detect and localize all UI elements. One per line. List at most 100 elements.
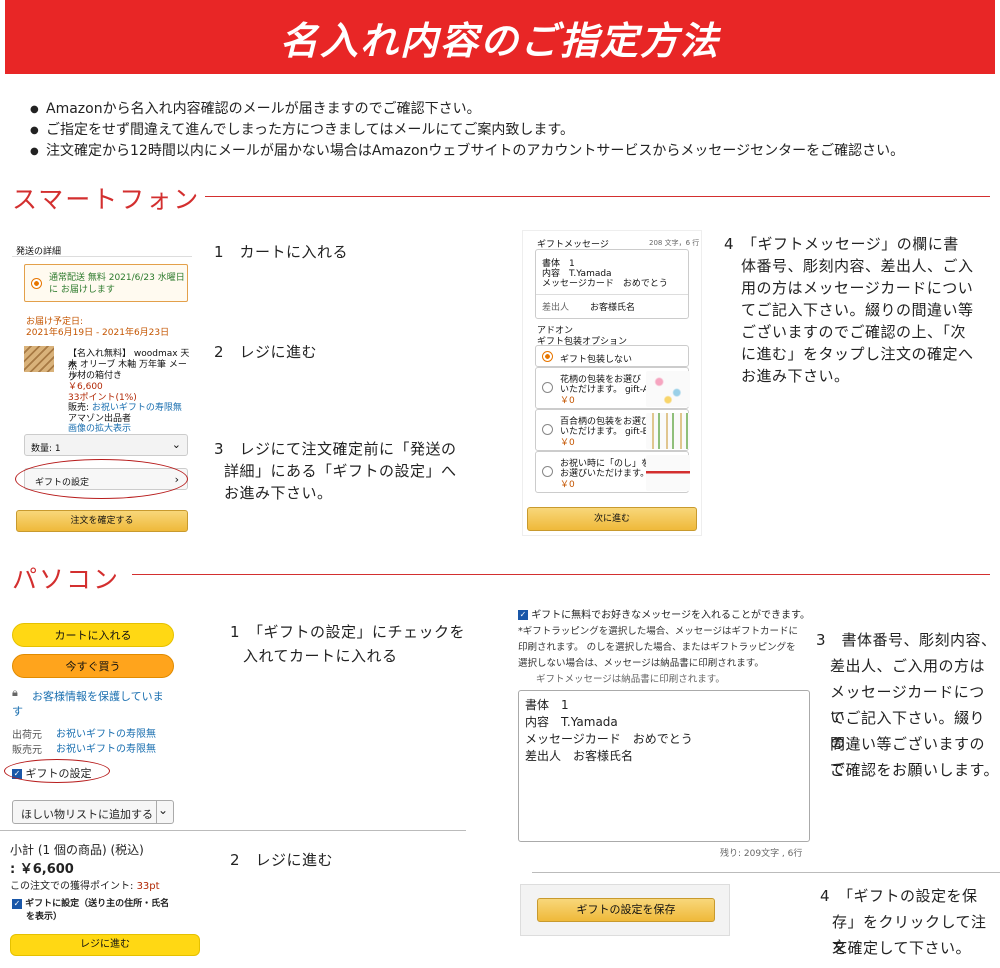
pc-step-1-line1: 1 「ギフトの設定」にチェックを: [230, 623, 466, 641]
product-thumbnail[interactable]: [24, 346, 54, 372]
proceed-to-checkout-button[interactable]: レジに進む: [10, 934, 200, 956]
message-line: メッセージカード おめでとう: [525, 732, 693, 746]
secure-transaction-link[interactable]: お客様情報を保護していま: [32, 688, 164, 704]
sp-step-2: 2 レジに進む: [214, 343, 318, 361]
add-to-cart-button[interactable]: カートに入れる: [12, 623, 174, 647]
subtotal-price: : ￥6,600: [10, 862, 74, 877]
pc-step-4-line1: 4 「ギフトの設定を保: [820, 887, 978, 905]
sold-by-label: 販売元: [12, 745, 42, 756]
checkbox-checked-icon: ✓: [12, 898, 22, 909]
ship-from-link[interactable]: お祝いギフトの寿限無: [56, 725, 156, 740]
save-gift-settings-button[interactable]: ギフトの設定を保存: [537, 898, 715, 922]
quantity-select[interactable]: 数量: 1 ⌄: [24, 434, 188, 456]
gift-checkout-checkbox[interactable]: ✓ ギフトに設定（送り主の住所・氏名: [12, 896, 169, 909]
divider: [12, 256, 192, 257]
sold-by-link[interactable]: お祝いギフトの寿限無: [56, 740, 156, 755]
shipping-option[interactable]: 通常配送 無料 2021/6/23 水曜日 に お届けします: [24, 264, 188, 302]
highlight-circle: [15, 459, 188, 499]
sp-step-3-line3: お進み下さい。: [224, 484, 333, 502]
confirm-order-label: 注文を確定する: [70, 516, 134, 526]
divider: [132, 574, 990, 575]
notes-list: Amazonから名入れ内容確認のメールが届きますのでご確認下さい。 ご指定をせず…: [30, 99, 990, 162]
eta-range: 2021年6月19日 - 2021年6月23日: [26, 328, 170, 338]
noshi-image: [646, 455, 690, 491]
radio-icon: [542, 466, 553, 477]
section-title-pc: パソコン: [12, 565, 121, 594]
wrap-option-none[interactable]: ギフト包装しない: [535, 345, 689, 367]
wrap-option-a-price: ￥0: [560, 396, 575, 406]
wrap-option-b[interactable]: 百合柄の包装をお選び いただけます。 gift-B ￥0: [535, 409, 690, 451]
gift-message-checkbox[interactable]: ✓ ギフトに無料でお好きなメッセージを入れることができます。: [518, 606, 810, 621]
wrap-option-noshi-price: ￥0: [560, 480, 575, 490]
pc-step-3-line1: 3 書体番号、彫刻内容、: [816, 631, 997, 649]
shipping-option-line2: に お届けします: [49, 285, 115, 295]
save-gift-settings-label: ギフトの設定を保存: [576, 903, 676, 916]
note-item: 注文確定から12時間以内にメールが届かない場合はAmazonウェブサイトのアカウ…: [30, 141, 990, 162]
gift-checkout-line2: を表示）: [26, 912, 63, 922]
next-label: 次に進む: [593, 514, 630, 524]
radio-selected-icon: [542, 351, 553, 362]
divider: [156, 801, 157, 823]
chevron-down-icon: ⌄: [171, 438, 181, 451]
gift-checkout-line1: ギフトに設定（送り主の住所・氏名: [25, 899, 170, 909]
note-item: Amazonから名入れ内容確認のメールが届きますのでご確認下さい。: [30, 99, 990, 120]
floral-wrap-image: [646, 371, 690, 407]
divider: [205, 196, 990, 197]
highlight-circle: [4, 759, 110, 783]
message-line: 内容 T.Yamada: [525, 715, 618, 729]
wrap-option-b-price: ￥0: [560, 438, 575, 448]
gift-message-notes: *ギフトラッピングを選択した場合、メッセージはギフトカードに 印刷されます。 の…: [518, 624, 798, 688]
sp-step-1: 1 カートに入れる: [214, 243, 349, 261]
page-title-banner: 名入れ内容のご指定方法: [5, 0, 995, 74]
checkbox-checked-icon: ✓: [518, 610, 528, 620]
secure-transaction-link-cont[interactable]: す: [12, 703, 23, 719]
chevron-down-icon[interactable]: ⌄: [158, 803, 168, 817]
sp-step-4-line7: お進み下さい。: [741, 367, 850, 385]
zoom-image-link[interactable]: 画像の拡大表示: [68, 421, 131, 434]
buy-now-label: 今すぐ買う: [65, 660, 121, 673]
page-title: 名入れ内容のご指定方法: [279, 18, 720, 63]
proceed-label: レジに進む: [80, 939, 130, 950]
message-remaining: 残り: 209文字 , 6行: [720, 849, 803, 859]
message-line: 書体 1: [525, 698, 569, 712]
divider: [0, 830, 466, 831]
wrap-option-noshi[interactable]: お祝い時に「のし」を お選びいただけます。 ￥0: [535, 451, 690, 493]
lock-icon: 🔒︎: [12, 686, 18, 699]
points-value: 33pt: [136, 881, 160, 892]
pc-step-3-line2: 差出人、ご入用の方は: [830, 657, 986, 675]
pc-step-3-line6: ご確認をお願いします。: [830, 761, 1000, 779]
save-gift-area: ギフトの設定を保存: [520, 884, 730, 936]
quantity-value: 数量: 1: [31, 444, 61, 454]
pc-step-2: 2 レジに進む: [230, 851, 334, 869]
wrap-option-a[interactable]: 花柄の包装をお選び いただけます。 gift-A ￥0: [535, 367, 690, 409]
gift-message-textarea[interactable]: 書体 1 内容 T.Yamada メッセージカード おめでとう 差出人 お客様氏…: [535, 249, 689, 319]
divider: [532, 872, 1000, 873]
sender-value: お客様氏名: [590, 303, 636, 313]
gift-message-content: 書体 1 内容 T.Yamada メッセージカード おめでとう 差出人 お客様氏…: [525, 697, 693, 765]
radio-icon: [542, 424, 553, 435]
add-to-cart-label: カートに入れる: [54, 629, 132, 642]
note-line: 選択しない場合は、メッセージは納品書に印刷されます。: [518, 658, 764, 669]
wishlist-button[interactable]: ほしい物リストに追加する ⌄: [12, 800, 174, 824]
note-line: *ギフトラッピングを選択した場合、メッセージはギフトカードに: [518, 626, 799, 637]
note-line: ギフトメッセージは納品書に印刷されます。: [536, 674, 725, 685]
smartphone-gift-message-panel: ギフトメッセージ 208 文字，6 行 書体 1 内容 T.Yamada メッセ…: [522, 230, 702, 536]
divider: [536, 294, 688, 295]
buy-now-button[interactable]: 今すぐ買う: [12, 654, 174, 678]
gift-message-textarea[interactable]: 書体 1 内容 T.Yamada メッセージカード おめでとう 差出人 お客様氏…: [518, 690, 810, 842]
points-label: この注文での獲得ポイント:: [10, 881, 134, 892]
gift-message-remaining: 208 文字，6 行: [649, 239, 700, 247]
note-line: 印刷されます。 のしを選択した場合、またはギフトラッピングを: [518, 642, 796, 653]
pc-step-1-line2: 入れてカートに入れる: [243, 647, 398, 665]
radio-selected-icon: [31, 278, 42, 289]
ship-from-label: 出荷元: [12, 730, 42, 741]
wishlist-label: ほしい物リストに追加する: [21, 808, 153, 821]
subtotal-label: 小計 (1 個の商品) (税込): [10, 843, 144, 857]
confirm-order-button[interactable]: 注文を確定する: [16, 510, 188, 532]
message-line3: メッセージカード おめでとう: [542, 279, 668, 289]
radio-icon: [542, 382, 553, 393]
message-line: 差出人 お客様氏名: [525, 749, 634, 763]
next-button[interactable]: 次に進む: [527, 507, 697, 531]
note-item: ご指定をせず間違えて進んでしまった方につきましてはメールにてご案内致します。: [30, 120, 990, 141]
section-title-smartphone: スマートフォン: [12, 185, 201, 214]
